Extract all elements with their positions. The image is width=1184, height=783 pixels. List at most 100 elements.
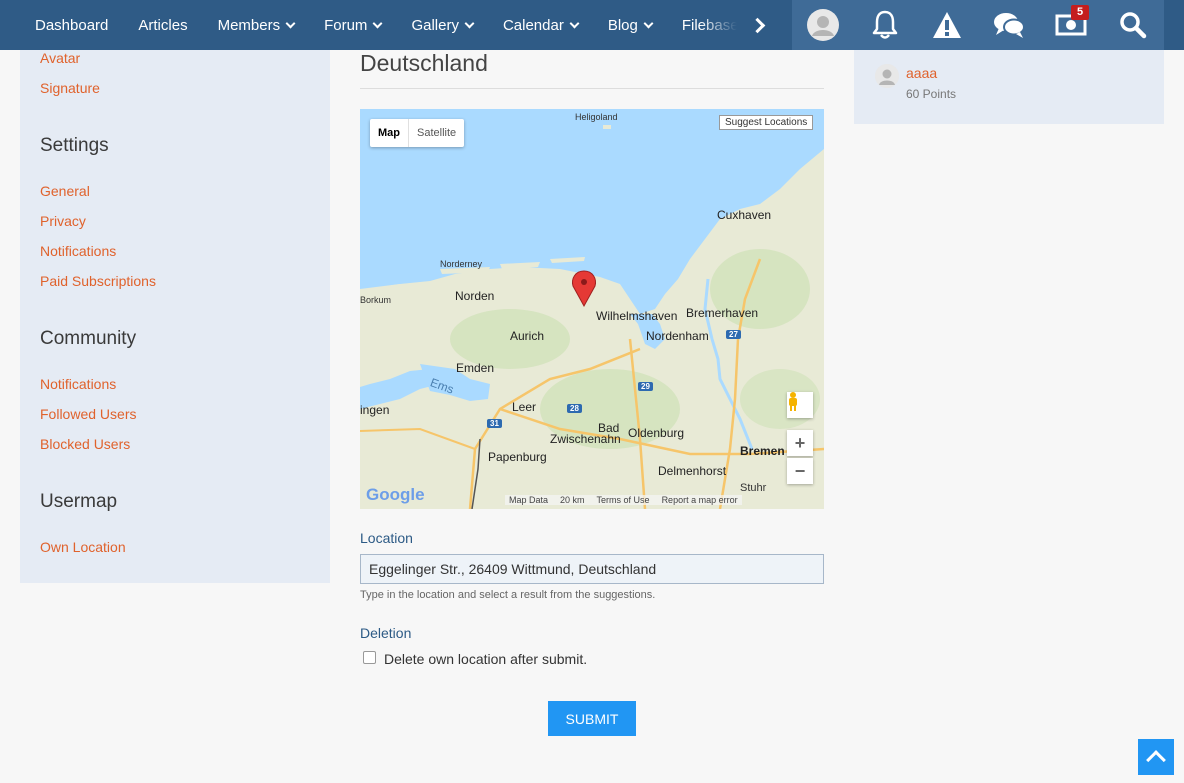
- report-error-link[interactable]: Report a map error: [662, 495, 738, 505]
- nav-label: Dashboard: [35, 16, 109, 34]
- map-label: Wilhelmshaven: [596, 309, 678, 323]
- sidebar-heading-community: Community: [40, 328, 137, 349]
- map-label: Oldenburg: [628, 426, 685, 440]
- topbar-edge: [1164, 0, 1184, 50]
- map-label: Bremen: [740, 444, 785, 458]
- map-label: ingen: [360, 403, 390, 417]
- map-label: Zwischenahn: [550, 432, 621, 446]
- nav-calendar[interactable]: Calendar: [488, 0, 593, 50]
- nav-label: Calendar: [502, 16, 564, 34]
- chevron-down-icon: [569, 18, 580, 28]
- chevron-down-icon: [464, 18, 475, 28]
- bell-icon: [872, 10, 898, 39]
- location-hint: Type in the location and select a result…: [360, 589, 656, 601]
- sidebar-link-community-notifications[interactable]: Notifications: [40, 376, 116, 392]
- sidebar-link-notifications[interactable]: Notifications: [40, 243, 116, 259]
- road-number: 29: [638, 382, 653, 391]
- sidebar-heading-settings: Settings: [40, 135, 109, 156]
- sidebar-link-general[interactable]: General: [40, 183, 90, 199]
- chat-icon: [994, 13, 1025, 38]
- chevron-right-icon: [749, 17, 765, 33]
- zoom-out-button[interactable]: −: [787, 458, 813, 484]
- nav-label: Members: [217, 16, 281, 34]
- nav-dashboard[interactable]: Dashboard: [20, 0, 123, 50]
- street-view-pegman-button[interactable]: [787, 392, 813, 418]
- chevron-down-icon: [372, 18, 383, 28]
- avatar[interactable]: [875, 64, 899, 88]
- user-name-link[interactable]: aaaa: [906, 65, 937, 81]
- conversations-button[interactable]: [978, 0, 1040, 50]
- map-type-control: Map Satellite: [370, 119, 465, 147]
- delete-location-checkbox-label[interactable]: Delete own location after submit.: [384, 651, 587, 667]
- map-label: Norderney: [440, 259, 483, 269]
- map-label: Stuhr: [740, 482, 767, 494]
- sidebar-link-own-location[interactable]: Own Location: [40, 539, 126, 555]
- top-navigation-bar: Dashboard Articles Members Forum Gallery…: [0, 0, 1184, 50]
- map-label: Norden: [455, 289, 495, 303]
- settings-sidebar: Avatar Signature Settings General Privac…: [20, 40, 330, 583]
- nav-label: Gallery: [411, 16, 459, 34]
- map-label: Delmenhorst: [658, 464, 727, 478]
- sidebar-link-paid-subscriptions[interactable]: Paid Subscriptions: [40, 273, 156, 289]
- delete-location-checkbox[interactable]: [363, 651, 376, 664]
- divider: [360, 88, 824, 89]
- map-label: Nordenham: [646, 329, 709, 343]
- search-button[interactable]: [1102, 0, 1164, 50]
- avatar-icon: [875, 64, 899, 88]
- location-label: Location: [360, 530, 413, 546]
- search-icon: [1120, 12, 1147, 39]
- map-label: Leer: [512, 400, 537, 414]
- notification-count-badge: 5: [1071, 5, 1089, 20]
- avatar-icon: [807, 9, 839, 41]
- nav-scroll-right-button[interactable]: [742, 0, 772, 50]
- user-points: 60 Points: [906, 87, 957, 101]
- map-data-link[interactable]: Map Data: [509, 495, 548, 505]
- road-number: 28: [567, 404, 582, 413]
- main-nav: Dashboard Articles Members Forum Gallery…: [20, 0, 768, 50]
- sidebar-link-privacy[interactable]: Privacy: [40, 213, 86, 229]
- nav-forum[interactable]: Forum: [309, 0, 396, 50]
- notifications-button[interactable]: [854, 0, 916, 50]
- suggest-locations-button[interactable]: Suggest Locations: [719, 115, 814, 130]
- road-number: 31: [487, 419, 502, 428]
- back-to-top-button[interactable]: [1138, 739, 1174, 775]
- pegman-icon: [789, 392, 797, 411]
- zoom-in-button[interactable]: +: [787, 430, 813, 456]
- road-number: 27: [726, 330, 741, 339]
- section-title: Deutschland: [360, 50, 488, 76]
- nav-members[interactable]: Members: [203, 0, 310, 50]
- sidebar-link-signature[interactable]: Signature: [40, 80, 100, 96]
- deletion-label: Deletion: [360, 625, 412, 641]
- sidebar-heading-usermap: Usermap: [40, 491, 118, 512]
- map-label: Papenburg: [488, 450, 547, 464]
- nav-label: Articles: [138, 16, 188, 34]
- minus-icon: −: [794, 460, 806, 481]
- user-avatar-button[interactable]: [792, 0, 854, 50]
- location-map[interactable]: Map Satellite Suggest Locations Heligola…: [360, 109, 824, 509]
- warning-icon: [933, 12, 961, 38]
- sidebar-link-followed-users[interactable]: Followed Users: [40, 406, 136, 422]
- map-label: Cuxhaven: [717, 208, 772, 222]
- map-footer: Map Data 20 km Terms of Use Report a map…: [505, 495, 742, 505]
- map-label: Heligoland: [575, 112, 618, 122]
- plus-icon: +: [794, 432, 806, 453]
- location-input[interactable]: [360, 554, 824, 584]
- terms-link[interactable]: Terms of Use: [597, 495, 650, 505]
- sidebar-link-avatar[interactable]: Avatar: [40, 50, 80, 66]
- google-logo: Google: [366, 485, 425, 504]
- nav-label: Blog: [607, 16, 638, 34]
- map-label: Emden: [456, 361, 495, 375]
- map-type-satellite-button[interactable]: Satellite: [409, 119, 464, 147]
- warnings-button[interactable]: [916, 0, 978, 50]
- map-type-map-button[interactable]: Map: [370, 119, 409, 147]
- map-label: Bremerhaven: [686, 306, 759, 320]
- submit-button[interactable]: SUBMIT: [548, 701, 636, 736]
- chevron-down-icon: [643, 18, 654, 28]
- map-label: Aurich: [510, 329, 545, 343]
- sidebar-link-blocked-users[interactable]: Blocked Users: [40, 436, 130, 452]
- nav-articles[interactable]: Articles: [123, 0, 202, 50]
- chevron-up-icon: [1146, 750, 1166, 770]
- map-label: Borkum: [360, 295, 392, 305]
- nav-gallery[interactable]: Gallery: [396, 0, 488, 50]
- nav-blog[interactable]: Blog: [593, 0, 667, 50]
